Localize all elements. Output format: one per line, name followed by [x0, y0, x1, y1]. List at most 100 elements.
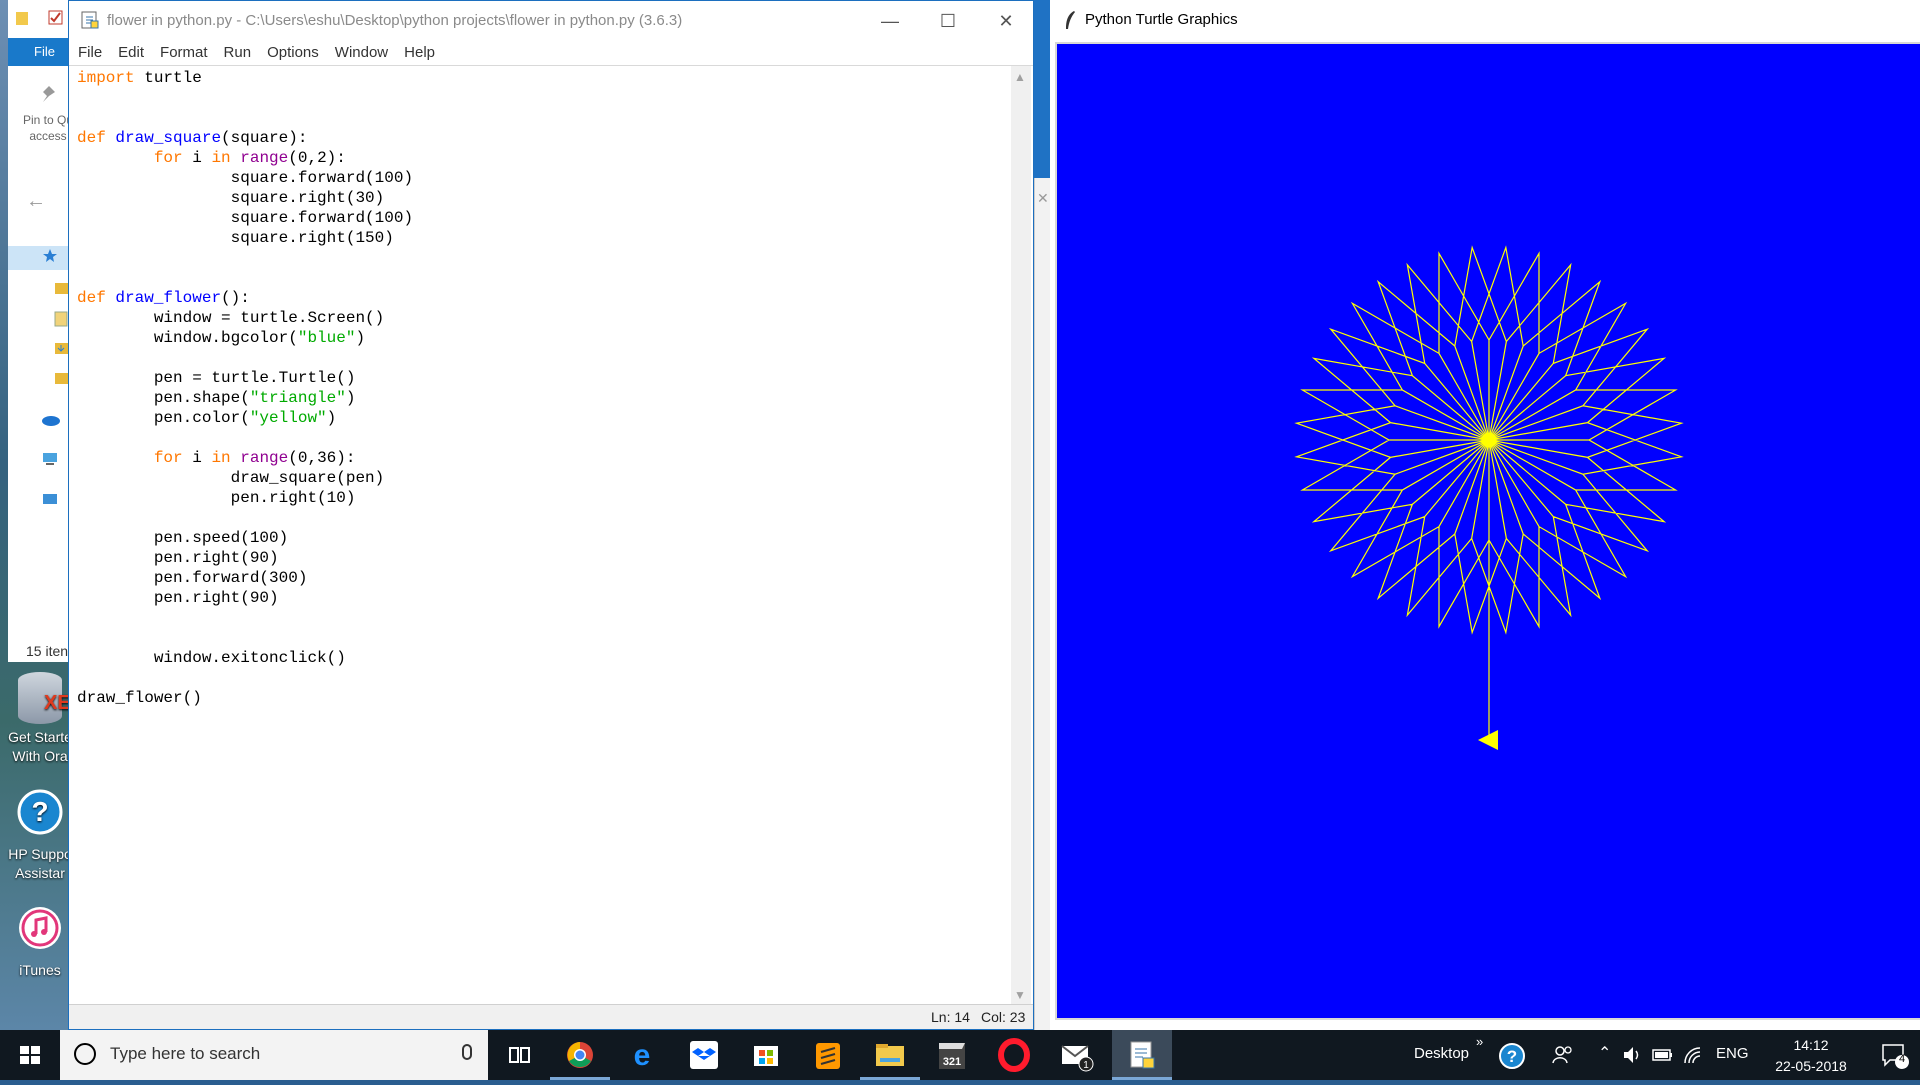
code-token: def [77, 289, 106, 307]
code-token: range [240, 449, 289, 467]
idle-editor-window[interactable]: flower in python.py - C:\Users\eshu\Desk… [68, 0, 1034, 1030]
code-token: in [211, 449, 231, 467]
code-line: square.right(150) [77, 228, 1011, 248]
chevron-right-double-icon[interactable]: » [1476, 1034, 1483, 1049]
taskbar-mail[interactable]: 1 [1046, 1030, 1106, 1080]
menu-window[interactable]: Window [326, 41, 395, 64]
task-view-button[interactable] [490, 1030, 550, 1080]
code-token: def [77, 129, 106, 147]
code-token: draw_square [115, 129, 222, 147]
code-token: window.exitonclick() [77, 649, 346, 667]
maximize-button[interactable]: ☐ [919, 1, 977, 41]
code-line: square.forward(100) [77, 208, 1011, 228]
code-token: in [211, 149, 231, 167]
help-question-icon[interactable]: ? [1498, 1042, 1526, 1070]
code-token: "yellow" [249, 409, 327, 427]
code-token: square.right(30) [77, 189, 385, 207]
code-line: pen.speed(100) [77, 528, 1011, 548]
taskbar-dropbox[interactable] [674, 1030, 734, 1080]
svg-text:1: 1 [1083, 1060, 1089, 1071]
code-text: import turtle def draw_square(square): fo… [69, 66, 1011, 708]
code-token: for [153, 149, 183, 167]
editor-vertical-scrollbar[interactable]: ▲ ▼ [1011, 66, 1031, 1006]
idle-titlebar[interactable]: flower in python.py - C:\Users\eshu\Desk… [69, 1, 1033, 41]
checkbox-icon [48, 10, 63, 25]
language-indicator[interactable]: ENG [1716, 1045, 1749, 1062]
code-line: window.bgcolor("blue") [77, 328, 1011, 348]
battery-icon[interactable] [1652, 1047, 1674, 1063]
code-token: square.right(150) [77, 229, 394, 247]
taskbar-opera[interactable] [984, 1030, 1044, 1080]
back-arrow-icon[interactable]: ← [26, 190, 46, 213]
microphone-icon[interactable] [462, 1044, 472, 1060]
network-icon[interactable] [40, 490, 70, 508]
code-editor[interactable]: import turtle def draw_square(square): fo… [69, 66, 1011, 1006]
folder-icon [16, 12, 28, 25]
taskbar-python-idle[interactable] [1112, 1030, 1172, 1080]
menu-file[interactable]: File [69, 41, 109, 64]
taskbar-edge[interactable]: e [612, 1030, 672, 1080]
menu-format[interactable]: Format [151, 41, 215, 64]
taskbar-calendar-app[interactable]: 321 [922, 1030, 982, 1080]
code-token: "blue" [297, 329, 356, 347]
code-token: for [153, 449, 183, 467]
wifi-icon[interactable] [1682, 1045, 1704, 1065]
sublime-text-icon [816, 1043, 840, 1069]
code-token: pen.color( [77, 409, 250, 427]
taskbar-file-explorer[interactable] [860, 1030, 920, 1080]
taskbar-sublime-text[interactable] [798, 1030, 858, 1080]
code-token: draw_flower() [77, 689, 202, 707]
code-line: pen.right(90) [77, 588, 1011, 608]
taskbar: Type here to search e 321 1 Desktop » ? [0, 1030, 1920, 1080]
taskbar-search-box[interactable]: Type here to search [60, 1030, 488, 1080]
this-pc-icon[interactable] [40, 450, 70, 468]
background-window-panel: ✕ [1034, 178, 1051, 1030]
code-line: draw_flower() [77, 688, 1011, 708]
status-col: Col: 23 [981, 1009, 1026, 1025]
minimize-button[interactable]: — [861, 1, 919, 41]
taskbar-store[interactable] [736, 1030, 796, 1080]
python-idle-icon [1130, 1041, 1155, 1069]
code-line: for i in range(0,36): [77, 448, 1011, 468]
turtle-canvas[interactable] [1057, 44, 1920, 1020]
scroll-down-arrow-icon[interactable]: ▼ [1014, 988, 1026, 1002]
code-token: ) [326, 409, 337, 427]
turtle-titlebar[interactable]: Python Turtle Graphics [1050, 0, 1920, 40]
menu-help[interactable]: Help [395, 41, 442, 64]
turtle-canvas-area[interactable] [1055, 42, 1920, 1020]
code-token: (): [221, 289, 250, 307]
code-line: window = turtle.Screen() [77, 308, 1011, 328]
scroll-up-arrow-icon[interactable]: ▲ [1014, 70, 1026, 84]
clock[interactable]: 14:12 22-05-2018 [1766, 1035, 1856, 1077]
close-icon[interactable]: ✕ [1037, 190, 1049, 207]
menu-options[interactable]: Options [258, 41, 326, 64]
desktop-toolbar-label[interactable]: Desktop [1414, 1045, 1469, 1062]
code-line: def draw_flower(): [77, 288, 1011, 308]
people-icon[interactable] [1552, 1044, 1574, 1066]
turtle-graphics-window[interactable]: Python Turtle Graphics [1050, 0, 1920, 1030]
menu-edit[interactable]: Edit [109, 41, 151, 64]
close-button[interactable]: ✕ [977, 1, 1035, 41]
idle-menubar: File Edit Format Run Options Window Help [69, 41, 1033, 66]
start-button[interactable] [0, 1030, 60, 1080]
calendar-321-icon: 321 [939, 1043, 965, 1069]
volume-icon[interactable] [1622, 1045, 1644, 1065]
chevron-up-icon[interactable]: ⌃ [1598, 1043, 1611, 1063]
code-token: square.forward(100) [77, 209, 414, 227]
menu-run[interactable]: Run [215, 41, 259, 64]
code-token: ) [345, 389, 356, 407]
turtle-cursor-triangle-icon [1478, 730, 1498, 750]
code-token: draw_flower [115, 289, 222, 307]
onedrive-cloud-icon[interactable] [40, 410, 70, 428]
taskbar-chrome[interactable] [550, 1030, 610, 1080]
